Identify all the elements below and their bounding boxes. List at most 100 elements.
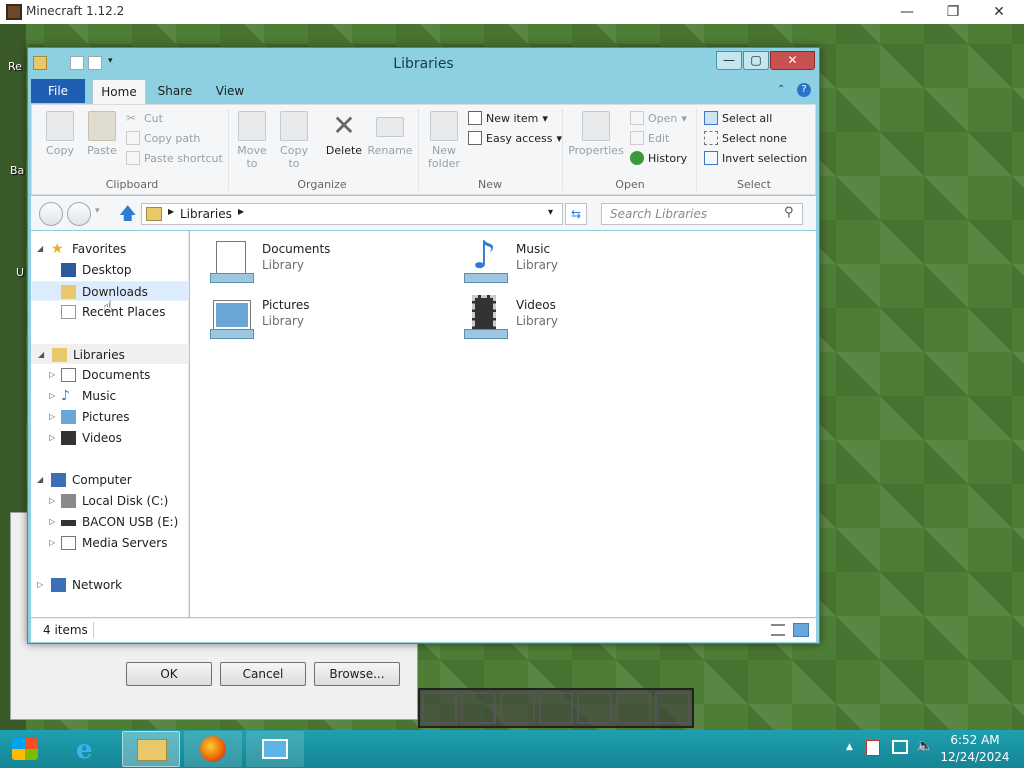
library-item-music[interactable]: ♪ Music Library bbox=[462, 233, 702, 291]
easy-access-label: Easy access bbox=[486, 131, 553, 145]
group-separator bbox=[228, 109, 229, 191]
collapse-ribbon-icon[interactable]: ⌃ bbox=[777, 84, 785, 95]
new-item-button[interactable]: New item ▾ bbox=[468, 108, 562, 128]
tab-home[interactable]: Home bbox=[92, 79, 146, 104]
tree-computer[interactable]: ◢ Computer bbox=[31, 470, 189, 490]
open-button[interactable]: Open ▾ bbox=[630, 108, 687, 128]
select-all-button[interactable]: Select all bbox=[704, 108, 807, 128]
group-label-clipboard: Clipboard bbox=[105, 178, 159, 191]
move-to-label: Move to bbox=[237, 144, 267, 170]
breadcrumb[interactable]: Libraries bbox=[180, 207, 232, 221]
chevron-right-icon[interactable]: ▶ bbox=[238, 207, 244, 216]
move-to-button[interactable]: Move to bbox=[232, 111, 272, 170]
cancel-button[interactable]: Cancel bbox=[220, 662, 306, 686]
back-button[interactable] bbox=[39, 202, 63, 226]
desktop-icon bbox=[61, 263, 76, 277]
network-icon[interactable] bbox=[892, 740, 908, 754]
library-item-pictures[interactable]: Pictures Library bbox=[208, 295, 448, 347]
easy-access-button[interactable]: Easy access ▾ bbox=[468, 128, 562, 148]
recent-locations-icon[interactable]: ▾ bbox=[95, 206, 100, 216]
close-button[interactable]: ✕ bbox=[770, 51, 815, 70]
minimize-button[interactable]: — bbox=[884, 0, 930, 24]
taskbar-file-explorer[interactable] bbox=[122, 731, 180, 767]
tab-file[interactable]: File bbox=[31, 79, 85, 103]
large-icons-view-icon[interactable] bbox=[793, 623, 809, 637]
tab-view[interactable]: View bbox=[207, 79, 253, 103]
forward-button[interactable] bbox=[67, 202, 91, 226]
tree-documents[interactable]: ▷ Documents bbox=[31, 365, 189, 385]
content-pane: Documents Library ♪ Music Library Pictur… bbox=[190, 231, 816, 617]
paste-shortcut-button[interactable]: Paste shortcut bbox=[126, 148, 223, 168]
tree-local-disk[interactable]: ▷ Local Disk (C:) bbox=[31, 491, 189, 511]
search-input[interactable]: Search Libraries ⚲ bbox=[601, 203, 803, 225]
new-folder-button[interactable]: New folder bbox=[424, 111, 464, 170]
taskbar-app[interactable] bbox=[246, 731, 304, 767]
copy-button[interactable]: Copy bbox=[40, 111, 80, 157]
invert-selection-button[interactable]: Invert selection bbox=[704, 148, 807, 168]
start-button[interactable] bbox=[12, 738, 38, 760]
tree-media-servers[interactable]: ▷ Media Servers bbox=[31, 533, 189, 553]
show-hidden-icons[interactable]: ▲ bbox=[846, 742, 853, 752]
status-divider bbox=[93, 622, 94, 638]
item-type: Library bbox=[262, 314, 304, 328]
copy-to-label: Copy to bbox=[280, 144, 308, 170]
browse-button[interactable]: Browse... bbox=[314, 662, 400, 686]
paste-button[interactable]: Paste bbox=[82, 111, 122, 157]
delete-label: Delete bbox=[325, 144, 363, 157]
invert-selection-label: Invert selection bbox=[722, 151, 808, 165]
chevron-down-icon[interactable]: ▾ bbox=[548, 207, 553, 218]
tree-desktop[interactable]: Desktop bbox=[31, 260, 189, 280]
address-field[interactable]: ▶ Libraries ▶ ▾ bbox=[141, 203, 563, 225]
tree-usb[interactable]: ▷ BACON USB (E:) bbox=[31, 512, 189, 532]
tree-favorites[interactable]: ◢ ★ Favorites bbox=[31, 239, 189, 259]
refresh-icon[interactable]: ⇆ bbox=[565, 203, 587, 225]
minecraft-hotbar bbox=[418, 688, 694, 728]
chevron-down-icon: ▾ bbox=[542, 111, 548, 125]
taskbar-firefox[interactable] bbox=[184, 731, 242, 767]
library-item-videos[interactable]: Videos Library bbox=[462, 295, 702, 347]
delete-x-icon: ✕ bbox=[332, 109, 356, 142]
volume-icon[interactable]: 🔈 bbox=[916, 738, 933, 754]
tree-music[interactable]: ▷ ♪ Music bbox=[31, 386, 189, 406]
tree-libraries[interactable]: ◢ Libraries bbox=[31, 344, 189, 364]
properties-button[interactable]: Properties bbox=[566, 111, 626, 157]
clock-time[interactable]: 6:52 AM bbox=[940, 733, 1010, 747]
edit-button[interactable]: Edit bbox=[630, 128, 687, 148]
maximize-button[interactable]: ▢ bbox=[743, 51, 769, 70]
tree-pictures[interactable]: ▷ Pictures bbox=[31, 407, 189, 427]
paste-shortcut-icon bbox=[126, 151, 140, 165]
chevron-right-icon[interactable]: ▶ bbox=[168, 207, 174, 216]
action-center-icon[interactable] bbox=[866, 740, 880, 756]
explorer-window: ▾ Libraries — ▢ ✕ File Home Share View ⌃… bbox=[27, 47, 820, 644]
minimize-button[interactable]: — bbox=[716, 51, 742, 70]
copy-path-button[interactable]: Copy path bbox=[126, 128, 223, 148]
taskbar-internet-explorer[interactable]: e bbox=[62, 731, 120, 767]
help-icon[interactable]: ? bbox=[797, 83, 811, 97]
search-icon[interactable]: ⚲ bbox=[784, 205, 794, 220]
select-none-label: Select none bbox=[722, 131, 787, 145]
cut-button[interactable]: ✂ Cut bbox=[126, 108, 223, 128]
new-folder-icon bbox=[430, 111, 458, 141]
copy-to-button[interactable]: Copy to bbox=[274, 111, 314, 170]
tree-videos[interactable]: ▷ Videos bbox=[31, 428, 189, 448]
minecraft-icon bbox=[6, 4, 22, 20]
select-none-button[interactable]: Select none bbox=[704, 128, 807, 148]
clock-date[interactable]: 12/24/2024 bbox=[940, 750, 1010, 764]
tab-share[interactable]: Share bbox=[151, 79, 199, 103]
item-name: Videos bbox=[516, 298, 556, 312]
delete-button[interactable]: ✕ Delete bbox=[322, 109, 366, 158]
new-item-icon bbox=[468, 111, 482, 125]
ok-button[interactable]: OK bbox=[126, 662, 212, 686]
copy-path-label: Copy path bbox=[144, 131, 201, 145]
maximize-button[interactable]: ❐ bbox=[930, 0, 976, 24]
history-button[interactable]: History bbox=[630, 148, 687, 168]
close-button[interactable]: ✕ bbox=[976, 0, 1022, 24]
library-item-documents[interactable]: Documents Library bbox=[208, 239, 448, 291]
up-arrow-icon[interactable]: 🡅 bbox=[119, 201, 136, 230]
drive-icon bbox=[61, 494, 76, 508]
details-view-icon[interactable] bbox=[771, 624, 785, 636]
tree-network[interactable]: ▷ Network bbox=[31, 575, 189, 595]
group-separator bbox=[418, 109, 419, 191]
rename-button[interactable]: Rename bbox=[366, 111, 414, 157]
desktop-label: Ba bbox=[10, 164, 25, 177]
